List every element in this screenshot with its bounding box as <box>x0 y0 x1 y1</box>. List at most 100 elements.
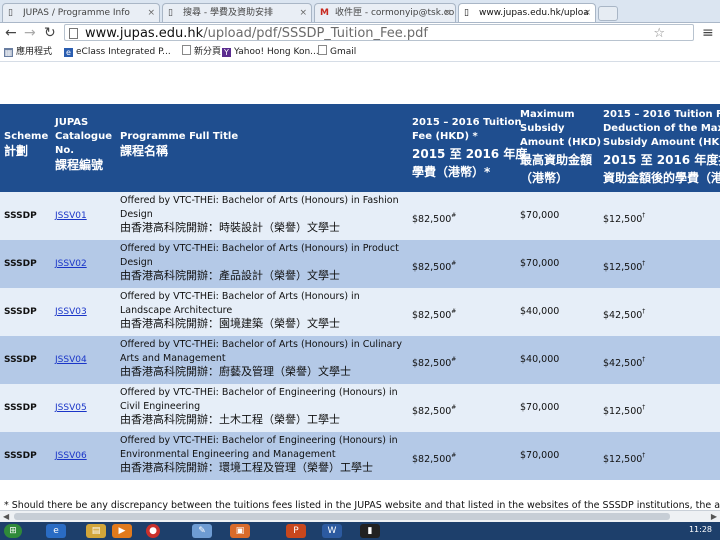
net-fee: $12,500† <box>603 404 646 417</box>
taskbar: ⊞ e ▤ ▶ ● ✎ ▣ P W ▮ 11:28 <box>0 522 720 540</box>
horizontal-scrollbar[interactable]: ◀ ▶ <box>0 510 720 522</box>
tab-gmail-inbox[interactable]: M 收件匣 - cormonyip@tsk.com × <box>314 3 456 22</box>
table-row: SSSDP JSSV02 Offered by VTC-THEi: Bachel… <box>0 240 720 288</box>
close-icon[interactable]: × <box>583 4 591 22</box>
forward-icon[interactable]: → <box>24 25 36 41</box>
app-icon[interactable]: ▣ <box>230 524 250 538</box>
table-row: SSSDP JSSV05 Offered by VTC-THEi: Bachel… <box>0 384 720 432</box>
tab-jupas-programme-info[interactable]: ▯ JUPAS / Programme Info × <box>2 3 160 22</box>
page-icon <box>318 45 327 55</box>
tab-jupas-pdf[interactable]: ▯ www.jupas.edu.hk/uploa × <box>458 3 596 22</box>
new-tab-button[interactable] <box>598 6 618 21</box>
close-icon[interactable]: × <box>299 4 307 22</box>
header-scheme: Scheme 計劃 <box>4 131 49 158</box>
header-net-fee: 2015 – 2016 Tuition Fee Deduction of the… <box>603 109 720 185</box>
page-icon: ▯ <box>8 8 13 18</box>
scroll-right-icon[interactable]: ▶ <box>711 511 717 522</box>
start-button[interactable]: ⊞ <box>4 524 22 538</box>
gmail-icon: M <box>320 8 329 18</box>
scheme-cell: SSSDP <box>4 307 37 317</box>
net-fee: $12,500† <box>603 260 646 273</box>
chrome-icon[interactable]: ● <box>146 524 160 538</box>
tuition-fee: $82,500# <box>412 356 457 369</box>
word-icon[interactable]: W <box>322 524 342 538</box>
media-player-icon[interactable]: ▶ <box>112 524 132 538</box>
net-fee: $12,500† <box>603 212 646 225</box>
header-fee: 2015 – 2016 Tuition Fee (HKD) * 2015 至 2… <box>412 117 528 179</box>
table-row: SSSDP JSSV03 Offered by VTC-THEi: Bachel… <box>0 288 720 336</box>
tuition-fee: $82,500# <box>412 404 457 417</box>
browser-toolbar: ← → ↻ www.jupas.edu.hk/upload/pdf/SSSDP_… <box>0 23 720 43</box>
tuition-fee: $82,500# <box>412 308 457 321</box>
address-path: /upload/pdf/SSSDP_Tuition_Fee.pdf <box>203 26 428 41</box>
programme-title: Offered by VTC-THEi: Bachelor of Arts (H… <box>120 339 403 378</box>
close-icon[interactable]: × <box>443 4 451 22</box>
address-host: www.jupas.edu.hk <box>85 26 204 41</box>
address-bar[interactable]: www.jupas.edu.hk/upload/pdf/SSSDP_Tuitio… <box>64 24 694 41</box>
header-title: Programme Full Title 課程名稱 <box>120 131 239 158</box>
net-fee: $12,500† <box>603 452 646 465</box>
scheme-cell: SSSDP <box>4 451 37 461</box>
internet-explorer-icon[interactable]: e <box>46 524 66 538</box>
bookmark-star-icon[interactable]: ☆ <box>653 25 665 42</box>
programme-title: Offered by VTC-THEi: Bachelor of Enginee… <box>120 387 398 426</box>
net-fee: $42,500† <box>603 356 646 369</box>
catalogue-link[interactable]: JSSV01 <box>55 209 87 223</box>
catalogue-link[interactable]: JSSV06 <box>55 449 87 463</box>
header-subsidy: Maximum Subsidy Amount (HKD) 最高資助金額 （港幣） <box>520 109 602 185</box>
subsidy-amount: $70,000 <box>520 402 560 413</box>
apps-icon: ▦ <box>4 48 13 57</box>
table-row: SSSDP JSSV04 Offered by VTC-THEi: Bachel… <box>0 336 720 384</box>
catalogue-link[interactable]: JSSV02 <box>55 257 87 271</box>
back-icon[interactable]: ← <box>5 25 17 41</box>
bookmarks-bar: ▦ 應用程式 e eClass Integrated P... 新分頁 Y Yahoo… <box>0 44 720 62</box>
catalogue-link[interactable]: JSSV03 <box>55 305 87 319</box>
programme-title: Offered by VTC-THEi: Bachelor of Enginee… <box>120 435 398 474</box>
yahoo-icon: Y <box>222 48 231 57</box>
table-header: Scheme 計劃 JUPAS Catalogue No. 課程編號 Progr… <box>0 104 720 192</box>
powerpoint-icon[interactable]: P <box>286 524 306 538</box>
catalogue-link[interactable]: JSSV04 <box>55 353 87 367</box>
clock: 11:28 <box>688 525 712 534</box>
subsidy-amount: $70,000 <box>520 450 560 461</box>
terminal-icon[interactable]: ▮ <box>360 524 380 538</box>
bookmark-gmail[interactable]: Gmail <box>318 44 356 61</box>
page-icon <box>69 28 78 39</box>
tab-strip: ▯ JUPAS / Programme Info × ▯ 搜尋 - 學費及資助安… <box>0 0 720 23</box>
subsidy-amount: $40,000 <box>520 354 560 365</box>
page-icon: ▯ <box>168 8 173 18</box>
page-icon: ▯ <box>464 8 469 18</box>
programme-title: Offered by VTC-THEi: Bachelor of Arts (H… <box>120 291 360 330</box>
tuition-fee: $82,500# <box>412 260 457 273</box>
eclass-icon: e <box>64 48 73 57</box>
programme-title: Offered by VTC-THEi: Bachelor of Arts (H… <box>120 243 399 282</box>
page-icon <box>182 45 191 55</box>
pdf-page: Scheme 計劃 JUPAS Catalogue No. 課程編號 Progr… <box>0 62 720 510</box>
tuition-fee: $82,500# <box>412 212 457 225</box>
scheme-cell: SSSDP <box>4 403 37 413</box>
file-explorer-icon[interactable]: ▤ <box>86 524 106 538</box>
catalogue-link[interactable]: JSSV05 <box>55 401 87 415</box>
bookmark-apps[interactable]: ▦ 應用程式 <box>4 44 52 61</box>
scroll-left-icon[interactable]: ◀ <box>3 511 9 522</box>
menu-icon[interactable]: ≡ <box>702 25 714 41</box>
net-fee: $42,500† <box>603 308 646 321</box>
scheme-cell: SSSDP <box>4 355 37 365</box>
paint-icon[interactable]: ✎ <box>192 524 212 538</box>
tuition-fee: $82,500# <box>412 452 457 465</box>
table-row: SSSDP JSSV01 Offered by VTC-THEi: Bachel… <box>0 192 720 240</box>
table-row: SSSDP JSSV06 Offered by VTC-THEi: Bachel… <box>0 432 720 480</box>
scrollbar-thumb[interactable] <box>14 513 670 520</box>
close-icon[interactable]: × <box>147 4 155 22</box>
bookmark-eclass[interactable]: e eClass Integrated P... <box>64 44 171 61</box>
reload-icon[interactable]: ↻ <box>44 25 56 41</box>
programme-title: Offered by VTC-THEi: Bachelor of Arts (H… <box>120 195 399 234</box>
subsidy-amount: $70,000 <box>520 258 560 269</box>
subsidy-amount: $70,000 <box>520 210 560 221</box>
scheme-cell: SSSDP <box>4 211 37 221</box>
bookmark-yahoo[interactable]: Y Yahoo! Hong Kon... <box>222 44 319 61</box>
subsidy-amount: $40,000 <box>520 306 560 317</box>
bookmark-new-tab[interactable]: 新分頁 <box>182 44 221 61</box>
scheme-cell: SSSDP <box>4 259 37 269</box>
tab-search-fees[interactable]: ▯ 搜尋 - 學費及資助安排 × <box>162 3 312 22</box>
